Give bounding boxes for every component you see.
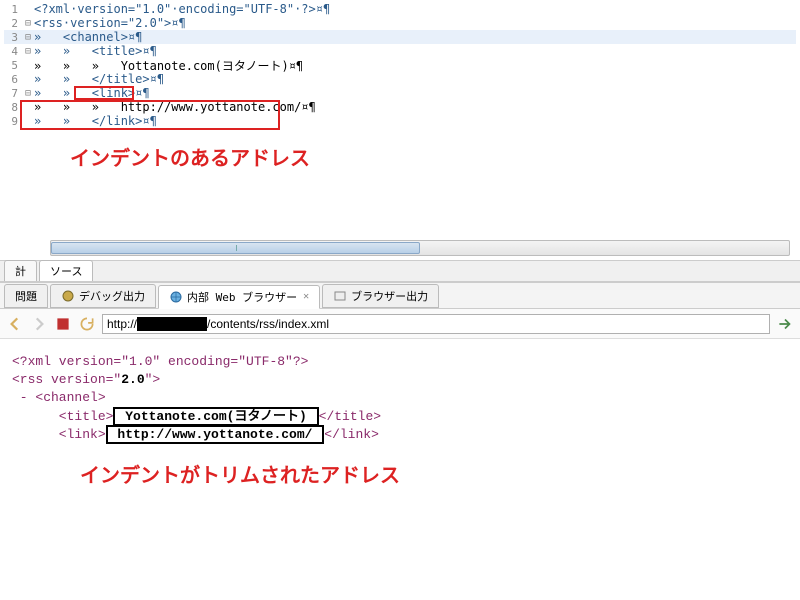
code-text: <rss·version="2.0">¤¶ [34,16,186,30]
fold-toggle[interactable]: ⊟ [22,18,34,29]
line-number: 6 [4,73,22,86]
tab-label: 内部 Web ブラウザー [187,289,297,305]
fold-toggle[interactable]: ⊟ [22,32,34,43]
annotation-indented-address: インデントのあるアドレス [70,142,310,171]
url-input[interactable]: http:// /contents/rss/index.xml [102,314,770,334]
tab-internal-browser[interactable]: 内部 Web ブラウザー ✕ [158,285,320,309]
tab-problems[interactable]: 問題 [4,284,48,308]
bc-text: 2.0 [121,372,144,387]
code-text: » » <link>¤¶ [34,86,150,100]
url-prefix: http:// [107,317,137,331]
debug-icon [61,289,75,303]
tab-label: デバッグ出力 [79,288,145,304]
stop-button[interactable] [54,315,72,333]
annotation-trimmed-address: インデントがトリムされたアドレス [80,459,400,489]
close-icon[interactable]: ✕ [303,291,309,302]
horizontal-scrollbar[interactable] [50,240,790,256]
browser-toolbar: http:// /contents/rss/index.xml [0,309,800,339]
tab-label: ブラウザー出力 [351,288,428,304]
code-text: » » </link>¤¶ [34,114,157,128]
tab-source[interactable]: ソース [39,260,93,281]
line-number: 8 [4,101,22,114]
bc-text: </title> [319,409,381,424]
globe-icon [169,290,183,304]
boxed-title: Yottanote.com(ヨタノート) [113,407,318,426]
code-text: <?xml·version="1.0"·encoding="UTF-8"·?>¤… [34,2,330,16]
code-text: » » » http://www.yottanote.com/¤¶ [34,100,316,114]
code-text: » <channel>¤¶ [34,30,142,44]
bc-text: "> [145,372,161,387]
output-icon [333,289,347,303]
fold-toggle[interactable]: ⊟ [22,88,34,99]
bc-text: <link> [12,427,106,442]
url-redacted [137,317,207,331]
line-number: 5 [4,59,22,72]
code-area[interactable]: 1 <?xml·version="1.0"·encoding="UTF-8"·?>… [0,0,800,130]
browser-content: <?xml version="1.0" encoding="UTF-8"?> <… [0,339,800,458]
tab-design-truncated[interactable]: 計 [4,260,37,281]
line-number: 3 [4,31,22,44]
line-number: 1 [4,3,22,16]
fold-toggle[interactable]: ⊟ [22,46,34,57]
tab-browser-output[interactable]: ブラウザー出力 [322,284,439,308]
refresh-button[interactable] [78,315,96,333]
go-button[interactable] [776,315,794,333]
line-number: 7 [4,87,22,100]
forward-button[interactable] [30,315,48,333]
bc-text: <?xml version="1.0" encoding="UTF-8"?> [12,354,308,369]
bc-text: <rss version=" [12,372,121,387]
scrollbar-thumb[interactable] [51,242,420,254]
code-text: » » </title>¤¶ [34,72,164,86]
code-text: » » » Yottanote.com(ヨタノート)¤¶ [34,57,303,74]
editor-view-tabs: 計 ソース [0,260,800,282]
bc-text: - <channel> [12,390,106,405]
url-suffix: /contents/rss/index.xml [207,317,329,331]
line-number: 9 [4,115,22,128]
bc-text: </link> [324,427,379,442]
line-number: 2 [4,17,22,30]
tab-label: 問題 [15,288,37,304]
boxed-link: http://www.yottanote.com/ [106,425,325,444]
back-button[interactable] [6,315,24,333]
bottom-view-tabs: 問題 デバッグ出力 内部 Web ブラウザー ✕ ブラウザー出力 [0,283,800,309]
line-number: 4 [4,45,22,58]
bc-text: <title> [12,409,113,424]
tab-debug-output[interactable]: デバッグ出力 [50,284,156,308]
lower-pane: 問題 デバッグ出力 内部 Web ブラウザー ✕ ブラウザー出力 http://… [0,282,800,458]
xml-editor-pane: 1 <?xml·version="1.0"·encoding="UTF-8"·?>… [0,0,800,260]
